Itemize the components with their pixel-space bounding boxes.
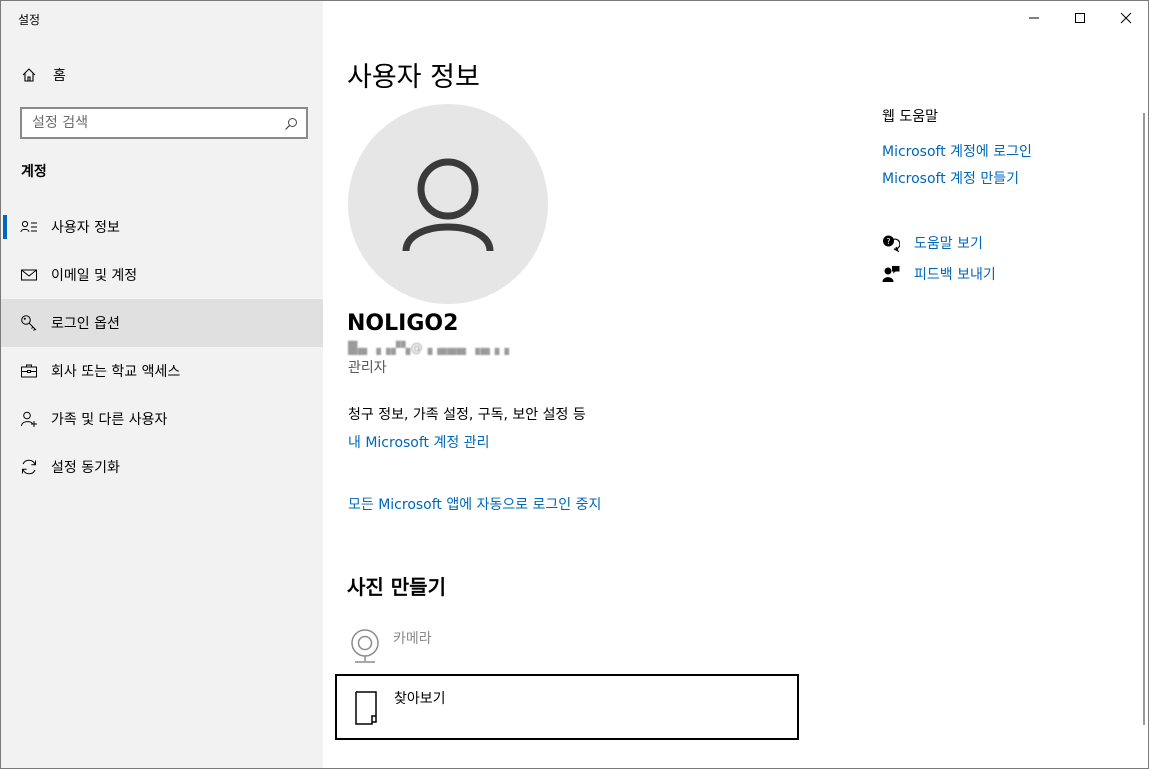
sidebar-nav: 사용자 정보 이메일 및 계정 로그인 옵션 회사 또는 학교 액세스 가족 및… bbox=[1, 203, 323, 491]
close-icon bbox=[1120, 12, 1132, 24]
sidebar-item-label: 회사 또는 학교 액세스 bbox=[51, 364, 181, 380]
help-chat-icon: ? bbox=[882, 234, 900, 252]
sidebar-item-family-users[interactable]: 가족 및 다른 사용자 bbox=[1, 395, 323, 443]
search-box[interactable] bbox=[20, 107, 308, 139]
sidebar-item-label: 설정 동기화 bbox=[51, 460, 120, 476]
add-person-icon bbox=[20, 410, 38, 428]
get-help-row[interactable]: ? 도움말 보기 bbox=[882, 232, 983, 254]
feedback-icon bbox=[882, 265, 900, 283]
sidebar-item-sync-settings[interactable]: 설정 동기화 bbox=[1, 443, 323, 491]
search-input[interactable] bbox=[32, 115, 272, 131]
web-help-title: 웹 도움말 bbox=[882, 109, 938, 125]
page-title: 사용자 정보 bbox=[347, 62, 480, 93]
browse-button[interactable]: 찾아보기 bbox=[335, 674, 799, 740]
camera-label: 카메라 bbox=[393, 631, 432, 647]
close-button[interactable] bbox=[1103, 1, 1148, 35]
sidebar: 설정 홈 계정 bbox=[1, 1, 323, 768]
avatar bbox=[348, 104, 548, 304]
sidebar-item-label: 이메일 및 계정 bbox=[51, 268, 138, 284]
user-name: NOLIGO2 bbox=[347, 311, 459, 336]
user-role: 관리자 bbox=[348, 360, 387, 376]
document-icon bbox=[355, 691, 377, 725]
camera-button[interactable]: 카메라 bbox=[349, 627, 789, 667]
sidebar-item-signin-options[interactable]: 로그인 옵션 bbox=[1, 299, 323, 347]
search-icon[interactable] bbox=[284, 117, 298, 131]
section-title-accounts: 계정 bbox=[21, 164, 47, 180]
get-help-link[interactable]: 도움말 보기 bbox=[914, 233, 983, 253]
sidebar-item-label: 로그인 옵션 bbox=[51, 316, 120, 332]
camera-icon bbox=[351, 629, 379, 663]
manage-account-link[interactable]: 내 Microsoft 계정 관리 bbox=[348, 432, 489, 452]
user-avatar-icon bbox=[402, 158, 494, 252]
stop-auto-signin-link[interactable]: 모든 Microsoft 앱에 자동으로 로그인 중지 bbox=[348, 494, 601, 514]
sync-icon bbox=[20, 458, 38, 476]
scrollbar[interactable] bbox=[1143, 113, 1145, 725]
sidebar-item-email-accounts[interactable]: 이메일 및 계정 bbox=[1, 251, 323, 299]
settings-window: 설정 홈 계정 bbox=[0, 0, 1149, 769]
create-photo-heading: 사진 만들기 bbox=[347, 575, 446, 599]
sidebar-item-work-school[interactable]: 회사 또는 학교 액세스 bbox=[1, 347, 323, 395]
main-content: 사용자 정보 NOLIGO2 █▄ ▗▗▞▚@▗ ▄▄▄ ▗▄▗▗ 관리자 청구… bbox=[323, 1, 1148, 768]
minimize-button[interactable] bbox=[1011, 1, 1057, 35]
ms-account-login-link[interactable]: Microsoft 계정에 로그인 bbox=[882, 141, 1032, 161]
minimize-icon bbox=[1029, 17, 1039, 19]
svg-text:?: ? bbox=[886, 237, 890, 246]
sidebar-item-label: 사용자 정보 bbox=[51, 220, 120, 236]
feedback-link[interactable]: 피드백 보내기 bbox=[914, 264, 996, 284]
home-link[interactable]: 홈 bbox=[1, 58, 323, 92]
mail-icon bbox=[20, 266, 38, 284]
feedback-row[interactable]: 피드백 보내기 bbox=[882, 263, 996, 285]
app-title: 설정 bbox=[18, 13, 41, 27]
briefcase-icon bbox=[20, 362, 38, 380]
selected-indicator bbox=[3, 215, 7, 239]
sidebar-item-label: 가족 및 다른 사용자 bbox=[51, 412, 168, 428]
maximize-button[interactable] bbox=[1057, 1, 1103, 35]
ms-account-create-link[interactable]: Microsoft 계정 만들기 bbox=[882, 168, 1019, 188]
billing-info-text: 청구 정보, 가족 설정, 구독, 보안 설정 등 bbox=[348, 407, 586, 423]
home-label: 홈 bbox=[53, 68, 66, 84]
sidebar-item-user-info[interactable]: 사용자 정보 bbox=[1, 203, 323, 251]
user-email: █▄ ▗▗▞▚@▗ ▄▄▄ ▗▄▗▗ bbox=[348, 341, 510, 355]
user-info-icon bbox=[20, 218, 38, 236]
key-icon bbox=[20, 314, 38, 332]
caption-buttons bbox=[1011, 1, 1148, 35]
maximize-icon bbox=[1075, 13, 1085, 23]
browse-label: 찾아보기 bbox=[394, 691, 446, 707]
home-icon bbox=[22, 68, 36, 82]
